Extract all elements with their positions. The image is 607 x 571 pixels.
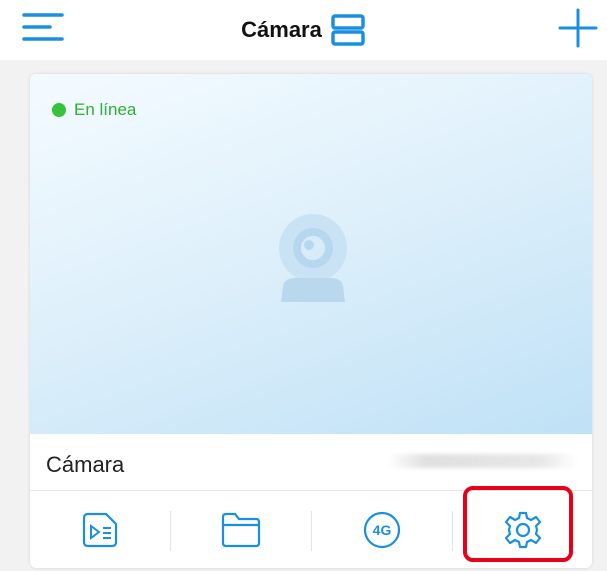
- page-title: Cámara: [241, 17, 322, 42]
- 4g-label: 4G: [372, 521, 392, 538]
- camera-name: Cámara: [46, 452, 125, 477]
- add-device-button[interactable]: [556, 6, 600, 50]
- files-button[interactable]: [171, 491, 311, 568]
- playback-video-icon: [82, 512, 118, 547]
- 4g-button[interactable]: 4G: [312, 491, 452, 568]
- camera-name-row: Cámara: [30, 434, 592, 491]
- camera-preview[interactable]: En línea: [30, 74, 592, 434]
- 4g-icon: 4G: [362, 510, 402, 550]
- online-dot-icon: [52, 103, 66, 117]
- header-title-group: Cámara: [0, 14, 607, 46]
- split-layout-icon[interactable]: [330, 14, 366, 46]
- status-indicator: En línea: [52, 100, 136, 120]
- blurred-device-id: [388, 454, 578, 468]
- settings-highlight-box: [463, 486, 573, 562]
- plus-icon: [558, 8, 598, 48]
- status-text: En línea: [74, 100, 137, 119]
- playback-button[interactable]: [30, 491, 170, 568]
- app-header: Cámara: [0, 0, 607, 60]
- camera-icon: [279, 214, 347, 302]
- folder-icon: [221, 512, 261, 547]
